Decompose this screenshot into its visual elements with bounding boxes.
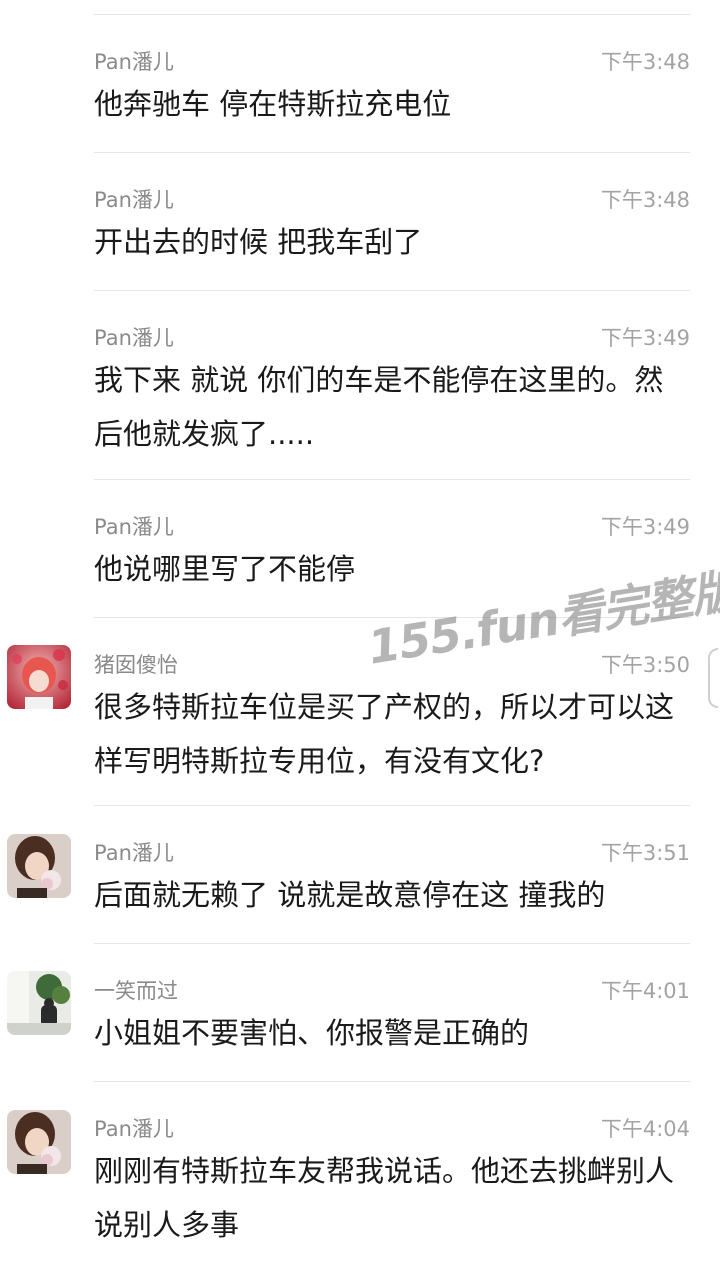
message-time: 下午4:01 [600, 979, 690, 1003]
message-text: 刚刚有特斯拉车友帮我说话。他还去挑衅别人 说别人多事 [94, 1154, 675, 1242]
sender-name[interactable]: Pan潘儿 [94, 837, 174, 867]
message-item[interactable]: Pan潘儿 下午3:48 开出去的时候 把我车刮了 [0, 152, 720, 290]
message-time: 下午3:49 [600, 326, 690, 350]
message-item[interactable]: Pan潘儿 下午3:48 他奔驰车 停在特斯拉充电位 [0, 14, 720, 152]
message-text: 小姐姐不要害怕、你报警是正确的 [94, 1016, 530, 1050]
message-time: 下午3:51 [600, 841, 690, 865]
sender-name[interactable]: Pan潘儿 [94, 511, 174, 541]
avatar[interactable] [7, 1110, 71, 1174]
message-text: 后面就无赖了 说就是故意停在这 撞我的 [94, 878, 606, 912]
avatar-photo-icon [7, 971, 71, 1035]
avatar[interactable] [7, 834, 71, 898]
message-item[interactable]: 猪囡傻怡 下午3:50 很多特斯拉车位是买了产权的，所以才可以这样写明特斯拉专用… [0, 617, 720, 805]
message-time: 下午4:04 [600, 1117, 690, 1141]
sender-name[interactable]: Pan潘儿 [94, 1113, 174, 1143]
avatar-photo-icon [7, 645, 71, 709]
avatar[interactable] [7, 971, 71, 1035]
sender-name[interactable]: Pan潘儿 [94, 322, 174, 352]
chat-screen: Pan潘儿 下午3:48 他奔驰车 停在特斯拉充电位 Pan潘儿 下午3:48 … [0, 0, 720, 1280]
message-item[interactable]: Pan潘儿 下午3:51 后面就无赖了 说就是故意停在这 撞我的 [0, 805, 720, 943]
avatar-photo-icon [7, 1110, 71, 1174]
message-text: 他奔驰车 停在特斯拉充电位 [94, 87, 452, 121]
avatar-photo-icon [7, 834, 71, 898]
message-text: 很多特斯拉车位是买了产权的，所以才可以这样写明特斯拉专用位，有没有文化? [94, 690, 675, 778]
message-item[interactable]: 一笑而过 下午4:01 小姐姐不要害怕、你报警是正确的 [0, 943, 720, 1081]
message-item[interactable]: Pan潘儿 下午3:49 我下来 就说 你们的车是不能停在这里的。然后他就发疯了… [0, 290, 720, 479]
message-time: 下午3:49 [600, 515, 690, 539]
message-time: 下午3:48 [600, 50, 690, 74]
message-time: 下午3:48 [600, 188, 690, 212]
sender-name[interactable]: Pan潘儿 [94, 46, 174, 76]
side-swipe-handle[interactable] [708, 648, 718, 708]
message-item[interactable]: Pan潘儿 下午4:04 刚刚有特斯拉车友帮我说话。他还去挑衅别人 说别人多事 [0, 1081, 720, 1280]
sender-name[interactable]: 一笑而过 [94, 975, 178, 1005]
message-text: 我下来 就说 你们的车是不能停在这里的。然后他就发疯了..... [94, 363, 664, 451]
message-text: 开出去的时候 把我车刮了 [94, 225, 423, 259]
avatar[interactable] [7, 645, 71, 709]
sender-name[interactable]: Pan潘儿 [94, 184, 174, 214]
message-time: 下午3:50 [600, 653, 690, 677]
sender-name[interactable]: 猪囡傻怡 [94, 649, 178, 679]
